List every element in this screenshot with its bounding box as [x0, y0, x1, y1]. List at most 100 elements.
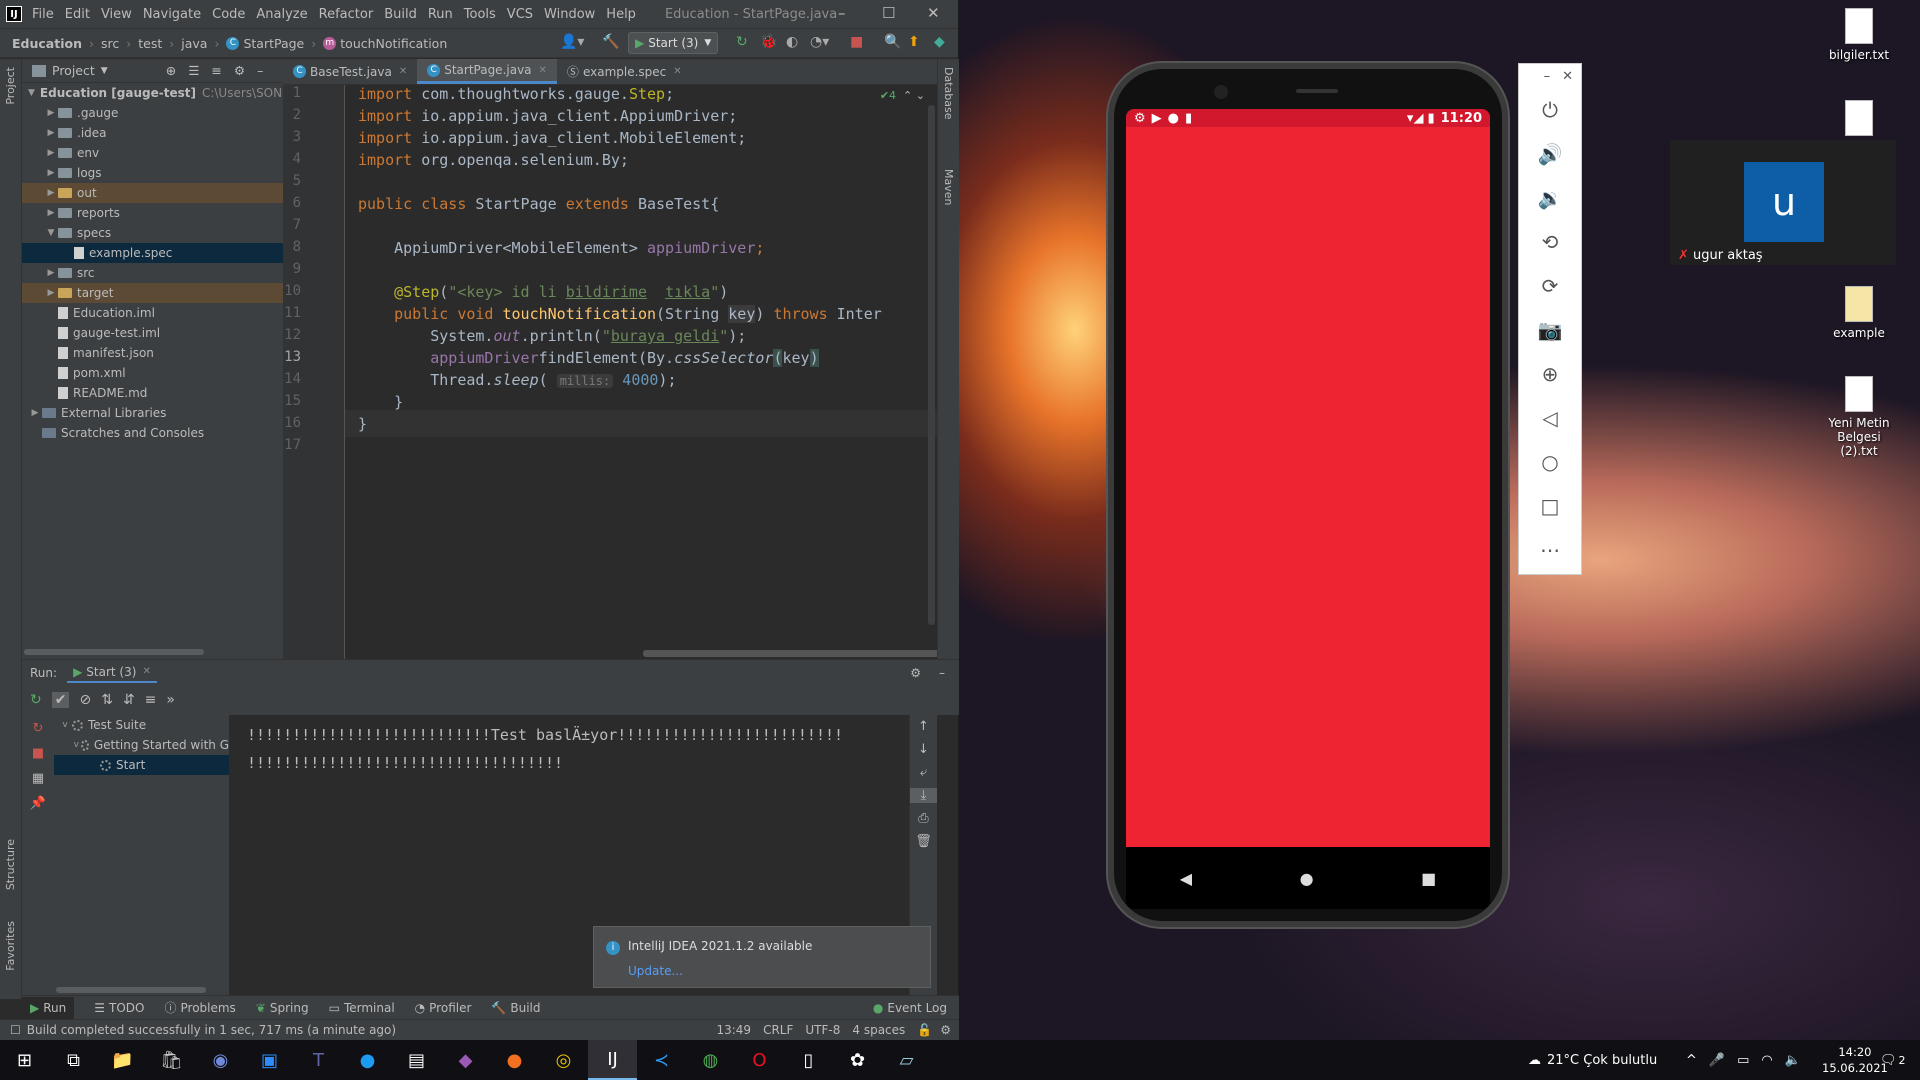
overview-icon[interactable]: □ [1519, 484, 1581, 528]
tab-build[interactable]: 🔨 Build [491, 1001, 540, 1015]
appium-icon[interactable]: ✿ [833, 1040, 882, 1080]
tree-item[interactable]: ▶ reports [22, 203, 283, 223]
tree-item[interactable]: ▶ .gauge [22, 103, 283, 123]
collapse-all-icon[interactable]: ≡ [211, 63, 221, 78]
run-config-selector[interactable]: ▶ Start (3) ▼ [628, 32, 718, 54]
chevron-right-icon[interactable]: ▶ [44, 108, 58, 118]
visual-studio-icon[interactable]: ◆ [441, 1040, 490, 1080]
code-editor[interactable]: 1 2 3 4 5 6 7 8 9 10 11 12 13 14 15 16 17 ✔4 ⌃ ⌄ import … [283, 85, 937, 659]
profile-icon[interactable]: ◔▾ [810, 34, 829, 50]
layout-icon[interactable]: ▦ [22, 771, 54, 786]
emulator-icon[interactable]: ▱ [882, 1040, 931, 1080]
close-icon[interactable]: ✕ [1562, 69, 1573, 84]
pin-icon[interactable]: 📌 [22, 796, 54, 811]
collapse-icon[interactable]: ≡ [145, 692, 157, 708]
chrome-icon[interactable]: ◍ [686, 1040, 735, 1080]
tab-todo[interactable]: ☰ TODO [94, 1001, 144, 1015]
notification-center[interactable]: 🗨 2 [1880, 1040, 1906, 1080]
crumb-src[interactable]: src [101, 36, 119, 51]
postman-icon[interactable]: ● [490, 1040, 539, 1080]
camera-icon[interactable]: 📷 [1519, 308, 1581, 352]
soft-wrap-icon[interactable]: ⤶ [910, 765, 937, 780]
menu-run[interactable]: Run [428, 7, 453, 22]
menu-vcs[interactable]: VCS [507, 7, 533, 22]
store-icon[interactable]: 🛍 [147, 1040, 196, 1080]
clock[interactable]: 14:20 15.06.2021 [1822, 1040, 1888, 1080]
back-icon[interactable]: ◁ [1519, 396, 1581, 440]
more-icon[interactable]: ⋯ [1519, 528, 1581, 572]
menu-help[interactable]: Help [606, 7, 636, 22]
desktop-icon-example[interactable]: example [1821, 286, 1897, 340]
up-arrow-icon[interactable]: ↑ [910, 719, 937, 734]
test-scenario-node[interactable]: Start [54, 755, 229, 775]
stop-icon[interactable]: ■ [850, 34, 863, 50]
project-scrollbar[interactable] [24, 649, 204, 655]
expand-all-icon[interactable]: ☰ [188, 63, 199, 78]
tree-item[interactable]: gauge-test.iml [22, 323, 283, 343]
run-tab[interactable]: ▶ Start (3) ✕ [67, 663, 157, 683]
database-tool-tab[interactable]: Database [942, 67, 955, 120]
tree-item[interactable]: Education.iml [22, 303, 283, 323]
debug-icon[interactable]: 🐞 [760, 34, 777, 50]
test-spec-node[interactable]: v Getting Started with G [54, 735, 229, 755]
windows-start-icon[interactable]: ⊞ [0, 1040, 49, 1080]
test-tree-scrollbar[interactable] [56, 987, 206, 993]
task-view-icon[interactable]: ⧉ [49, 1040, 98, 1080]
tab-run[interactable]: ▶ Run [22, 996, 75, 1019]
zoom-video-window[interactable]: u ✗ ugur aktaş [1670, 140, 1896, 265]
gear-icon[interactable]: ⚙ [910, 666, 921, 680]
volume-up-icon[interactable]: 🔊 [1519, 132, 1581, 176]
sort-alpha-icon[interactable]: ⇅ [101, 692, 113, 708]
dev-icon[interactable]: ▤ [392, 1040, 441, 1080]
intellij-taskbar-icon[interactable]: IJ [588, 1040, 637, 1080]
tab-example-spec[interactable]: Ⓢexample.spec ✕ [557, 59, 692, 84]
menu-tools[interactable]: Tools [464, 7, 496, 22]
battery-icon[interactable]: ▭ [1737, 1053, 1749, 1068]
line-separator[interactable]: CRLF [763, 1023, 793, 1037]
favorites-tool-tab[interactable]: Favorites [4, 921, 17, 971]
tree-item[interactable]: ▶ External Libraries [22, 403, 283, 423]
recents-icon[interactable]: ■ [1421, 869, 1436, 888]
menu-file[interactable]: File [32, 7, 54, 22]
close-tab-icon[interactable]: ✕ [142, 666, 150, 677]
zoom-icon[interactable]: ▣ [245, 1040, 294, 1080]
print-icon[interactable]: ⎙ [910, 811, 937, 826]
rotate-right-icon[interactable]: ⟳ [1519, 264, 1581, 308]
tab-spring[interactable]: ❦ Spring [256, 1001, 309, 1015]
desktop-icon-yeni-metin[interactable]: Yeni Metin Belgesi (2).txt [1821, 376, 1897, 458]
maven-tool-tab[interactable]: Maven [942, 169, 955, 205]
zoom-icon[interactable]: ⊕ [1519, 352, 1581, 396]
chevron-right-icon[interactable]: ▶ [44, 148, 58, 158]
tree-item[interactable]: ▶ src [22, 263, 283, 283]
more-icon[interactable]: » [166, 692, 175, 708]
menu-analyze[interactable]: Analyze [256, 7, 307, 22]
tree-item[interactable]: pom.xml [22, 363, 283, 383]
inspection-widget[interactable]: ✔4 ⌃ ⌄ [880, 89, 925, 102]
hide-icon[interactable]: – [257, 63, 263, 78]
editor-vertical-scrollbar[interactable] [928, 105, 935, 625]
crumb-class[interactable]: StartPage [243, 36, 304, 51]
tree-item[interactable]: ▶ env [22, 143, 283, 163]
desktop-icon-bilgiler[interactable]: bilgiler.txt [1821, 8, 1897, 62]
file-encoding[interactable]: UTF-8 [805, 1023, 840, 1037]
tree-item[interactable]: manifest.json [22, 343, 283, 363]
menu-code[interactable]: Code [212, 7, 245, 22]
maximize-icon[interactable]: ☐ [882, 4, 895, 22]
plugin-icon[interactable]: ◆ [934, 34, 945, 50]
tree-item[interactable]: ▼ Education [gauge-test] C:\Users\SONER [22, 83, 283, 103]
show-ignored-icon[interactable]: ⊘ [79, 692, 91, 708]
indent-setting[interactable]: 4 spaces [852, 1023, 905, 1037]
chevron-right-icon[interactable]: ▶ [44, 208, 58, 218]
target-icon[interactable]: ◎ [539, 1040, 588, 1080]
teams-icon[interactable]: T [294, 1040, 343, 1080]
rerun-icon[interactable]: ↻ [736, 34, 748, 50]
coverage-icon[interactable]: ◐ [786, 34, 798, 50]
memory-icon[interactable]: ⚙ [940, 1023, 951, 1037]
locate-icon[interactable]: ⊕ [166, 63, 176, 78]
menu-edit[interactable]: Edit [65, 7, 90, 22]
chevron-down-icon[interactable]: ▼ [28, 88, 35, 98]
android-emulator[interactable]: ⚙ ▶ ● ▮ ▾◢ ▮ 11:20 ◀ ● ■ [1108, 63, 1508, 927]
scroll-to-end-icon[interactable]: ⤓ [910, 788, 937, 803]
tab-basetest[interactable]: C BaseTest.java ✕ [283, 59, 417, 84]
volume-down-icon[interactable]: 🔉 [1519, 176, 1581, 220]
